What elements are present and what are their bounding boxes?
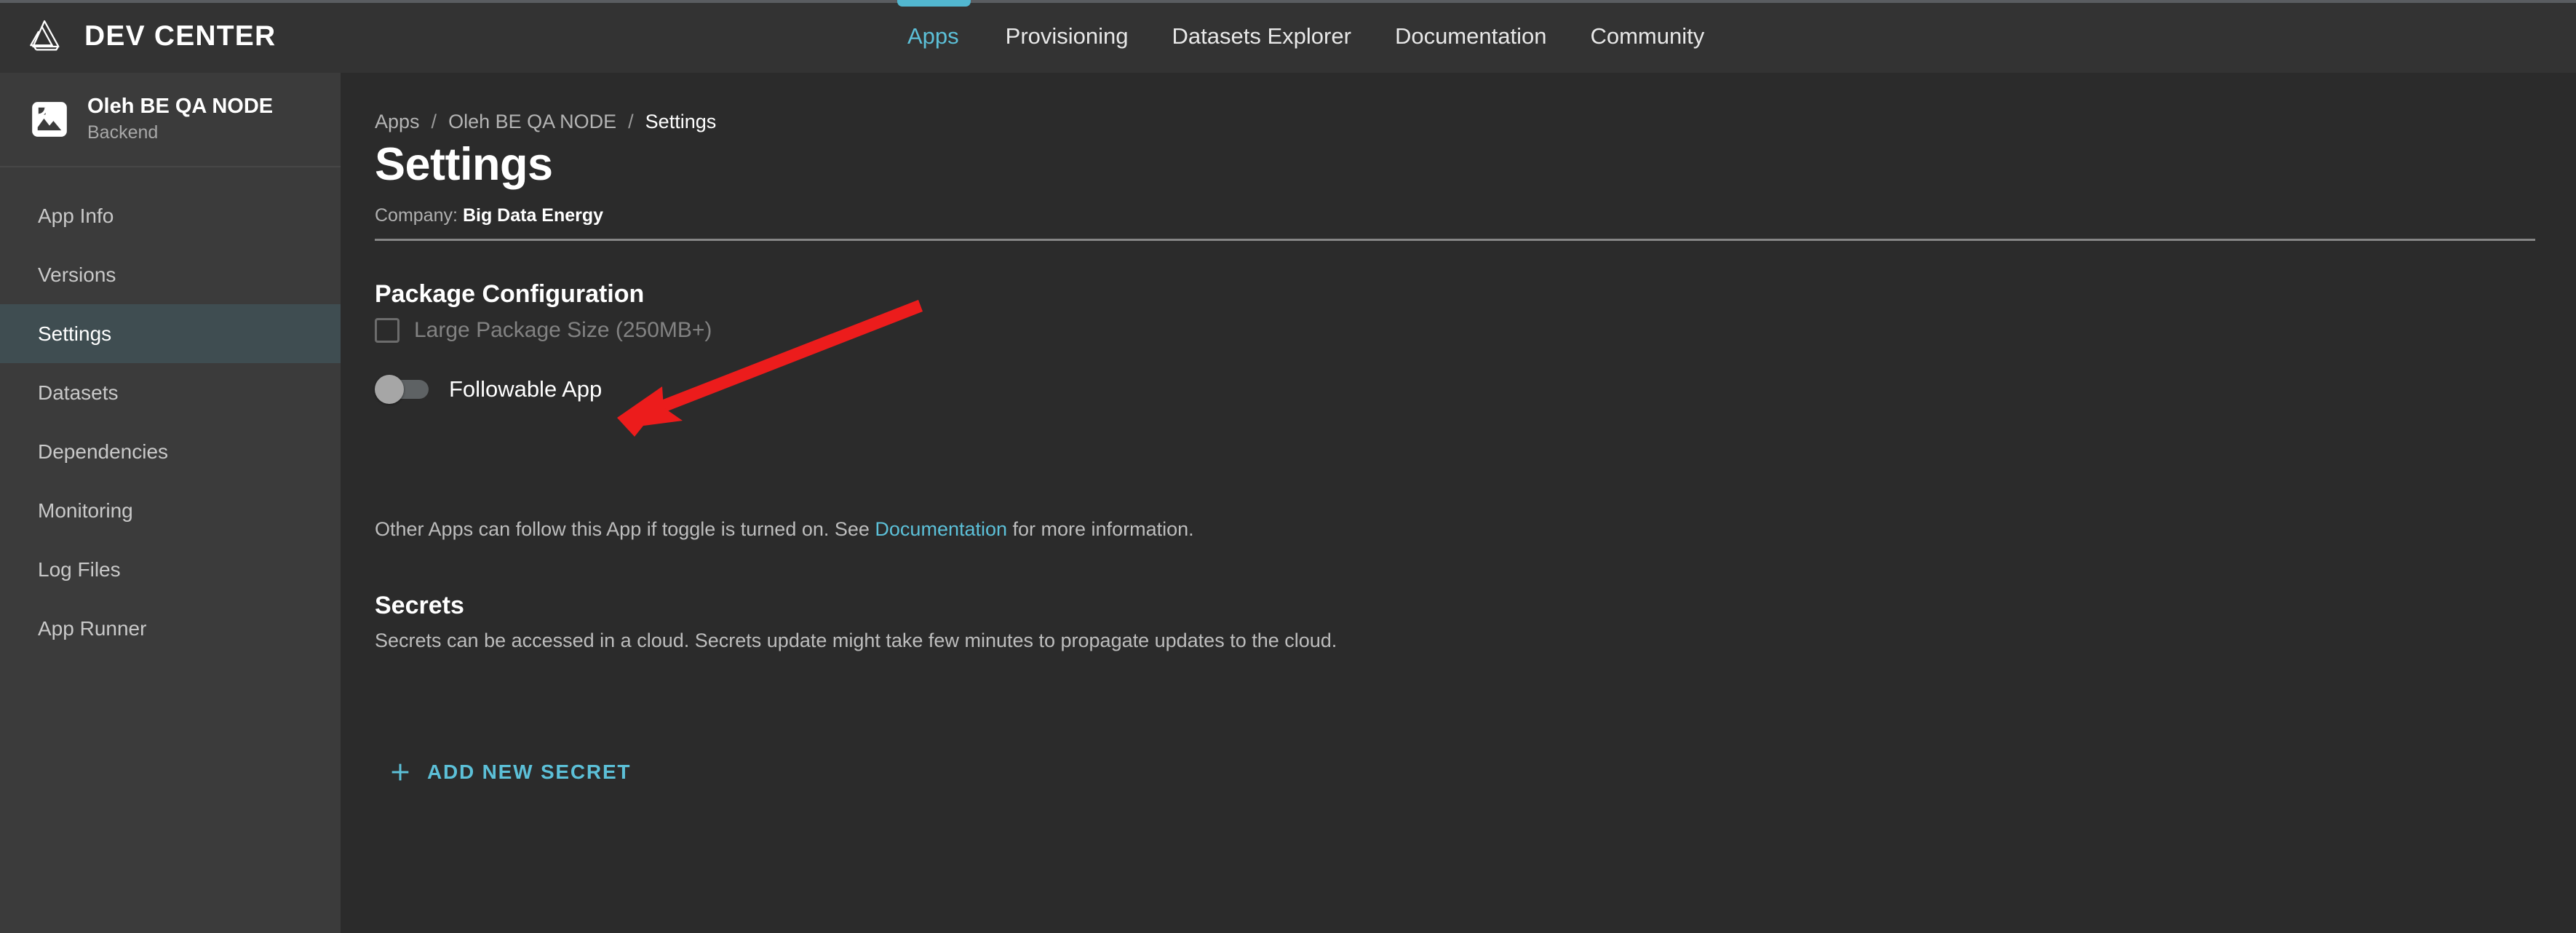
nav-tab-datasets-explorer[interactable]: Datasets Explorer [1150,0,1373,73]
large-package-size-label: Large Package Size (250MB+) [414,318,712,342]
breadcrumb-item-apps[interactable]: Apps [375,111,420,133]
sidebar-item-settings-label: Settings [38,322,112,345]
main-content: Apps / Oleh BE QA NODE / Settings Settin… [341,73,2576,933]
nav-tab-provisioning-label: Provisioning [1005,23,1129,49]
nav-tab-documentation[interactable]: Documentation [1373,0,1569,73]
nav-tab-community[interactable]: Community [1568,0,1726,73]
page-title: Settings [375,139,553,190]
company-line: Company: Big Data Energy [375,205,603,226]
title-divider [375,239,2535,241]
app-window: DEV CENTER Apps Provisioning Datasets Ex… [0,0,2576,933]
brand[interactable]: DEV CENTER [25,0,276,73]
breadcrumb-separator: / [431,111,437,132]
nav-tab-datasets-explorer-label: Datasets Explorer [1172,23,1351,49]
add-new-secret-label: ADD NEW SECRET [427,761,632,783]
package-configuration-heading: Package Configuration [375,280,645,308]
sidebar-item-app-runner[interactable]: App Runner [0,599,341,658]
sidebar-item-monitoring-label: Monitoring [38,499,133,522]
sidebar-item-app-info[interactable]: App Info [0,186,341,245]
package-description-after-link: for more information. [1007,518,1194,540]
breadcrumb-item-settings: Settings [645,111,717,132]
secrets-heading: Secrets [375,592,464,619]
sidebar-item-monitoring[interactable]: Monitoring [0,481,341,540]
package-description-before-link: Other Apps can follow this App if toggle… [375,518,875,540]
breadcrumb: Apps / Oleh BE QA NODE / Settings [375,111,716,133]
brand-title: DEV CENTER [84,20,277,52]
nav-tab-apps-label: Apps [907,23,959,49]
main-navigation: Apps Provisioning Datasets Explorer Docu… [884,0,1726,73]
toggle-knob [375,375,404,404]
company-value: Big Data Energy [462,205,604,226]
sidebar-item-datasets[interactable]: Datasets [0,363,341,422]
documentation-link[interactable]: Documentation [875,518,1007,540]
broken-image-icon [32,102,67,137]
breadcrumb-separator: / [628,111,634,132]
nav-tab-provisioning[interactable]: Provisioning [984,0,1150,73]
sidebar-app-name: Oleh BE QA NODE [87,95,274,119]
sidebar-item-app-info-label: App Info [38,204,114,227]
sidebar-item-settings[interactable]: Settings [0,304,341,363]
large-package-size-checkbox-row[interactable]: Large Package Size (250MB+) [375,318,712,343]
top-header-bar: DEV CENTER Apps Provisioning Datasets Ex… [0,0,2576,73]
plus-icon [391,763,409,781]
sidebar-item-dependencies-label: Dependencies [38,440,169,463]
sidebar-nav-list: App Info Versions Settings Datasets Depe… [0,167,341,658]
dev-center-logo-icon [30,20,60,51]
followable-app-toggle[interactable] [375,375,430,404]
sidebar: Oleh BE QA NODE Backend App Info Version… [0,73,341,933]
sidebar-item-dependencies[interactable]: Dependencies [0,422,341,481]
sidebar-item-app-runner-label: App Runner [38,616,147,640]
sidebar-app-header[interactable]: Oleh BE QA NODE Backend [0,73,341,167]
company-label: Company: [375,205,458,226]
large-package-size-checkbox[interactable] [375,318,399,343]
sidebar-item-datasets-label: Datasets [38,381,119,404]
nav-tab-apps[interactable]: Apps [884,0,984,73]
sidebar-item-versions[interactable]: Versions [0,245,341,304]
sidebar-app-type: Backend [87,122,159,143]
active-tab-indicator [897,0,971,7]
followable-app-label: Followable App [449,376,603,402]
sidebar-item-log-files[interactable]: Log Files [0,540,341,599]
package-configuration-description: Other Apps can follow this App if toggle… [375,518,1194,541]
nav-tab-documentation-label: Documentation [1394,23,1547,49]
nav-tab-community-label: Community [1590,23,1705,49]
breadcrumb-item-app[interactable]: Oleh BE QA NODE [448,111,616,133]
sidebar-item-versions-label: Versions [38,263,116,286]
secrets-description: Secrets can be accessed in a cloud. Secr… [375,630,1337,651]
sidebar-item-log-files-label: Log Files [38,557,121,581]
add-new-secret-button[interactable]: ADD NEW SECRET [375,750,650,795]
followable-app-toggle-row[interactable]: Followable App [375,375,603,404]
